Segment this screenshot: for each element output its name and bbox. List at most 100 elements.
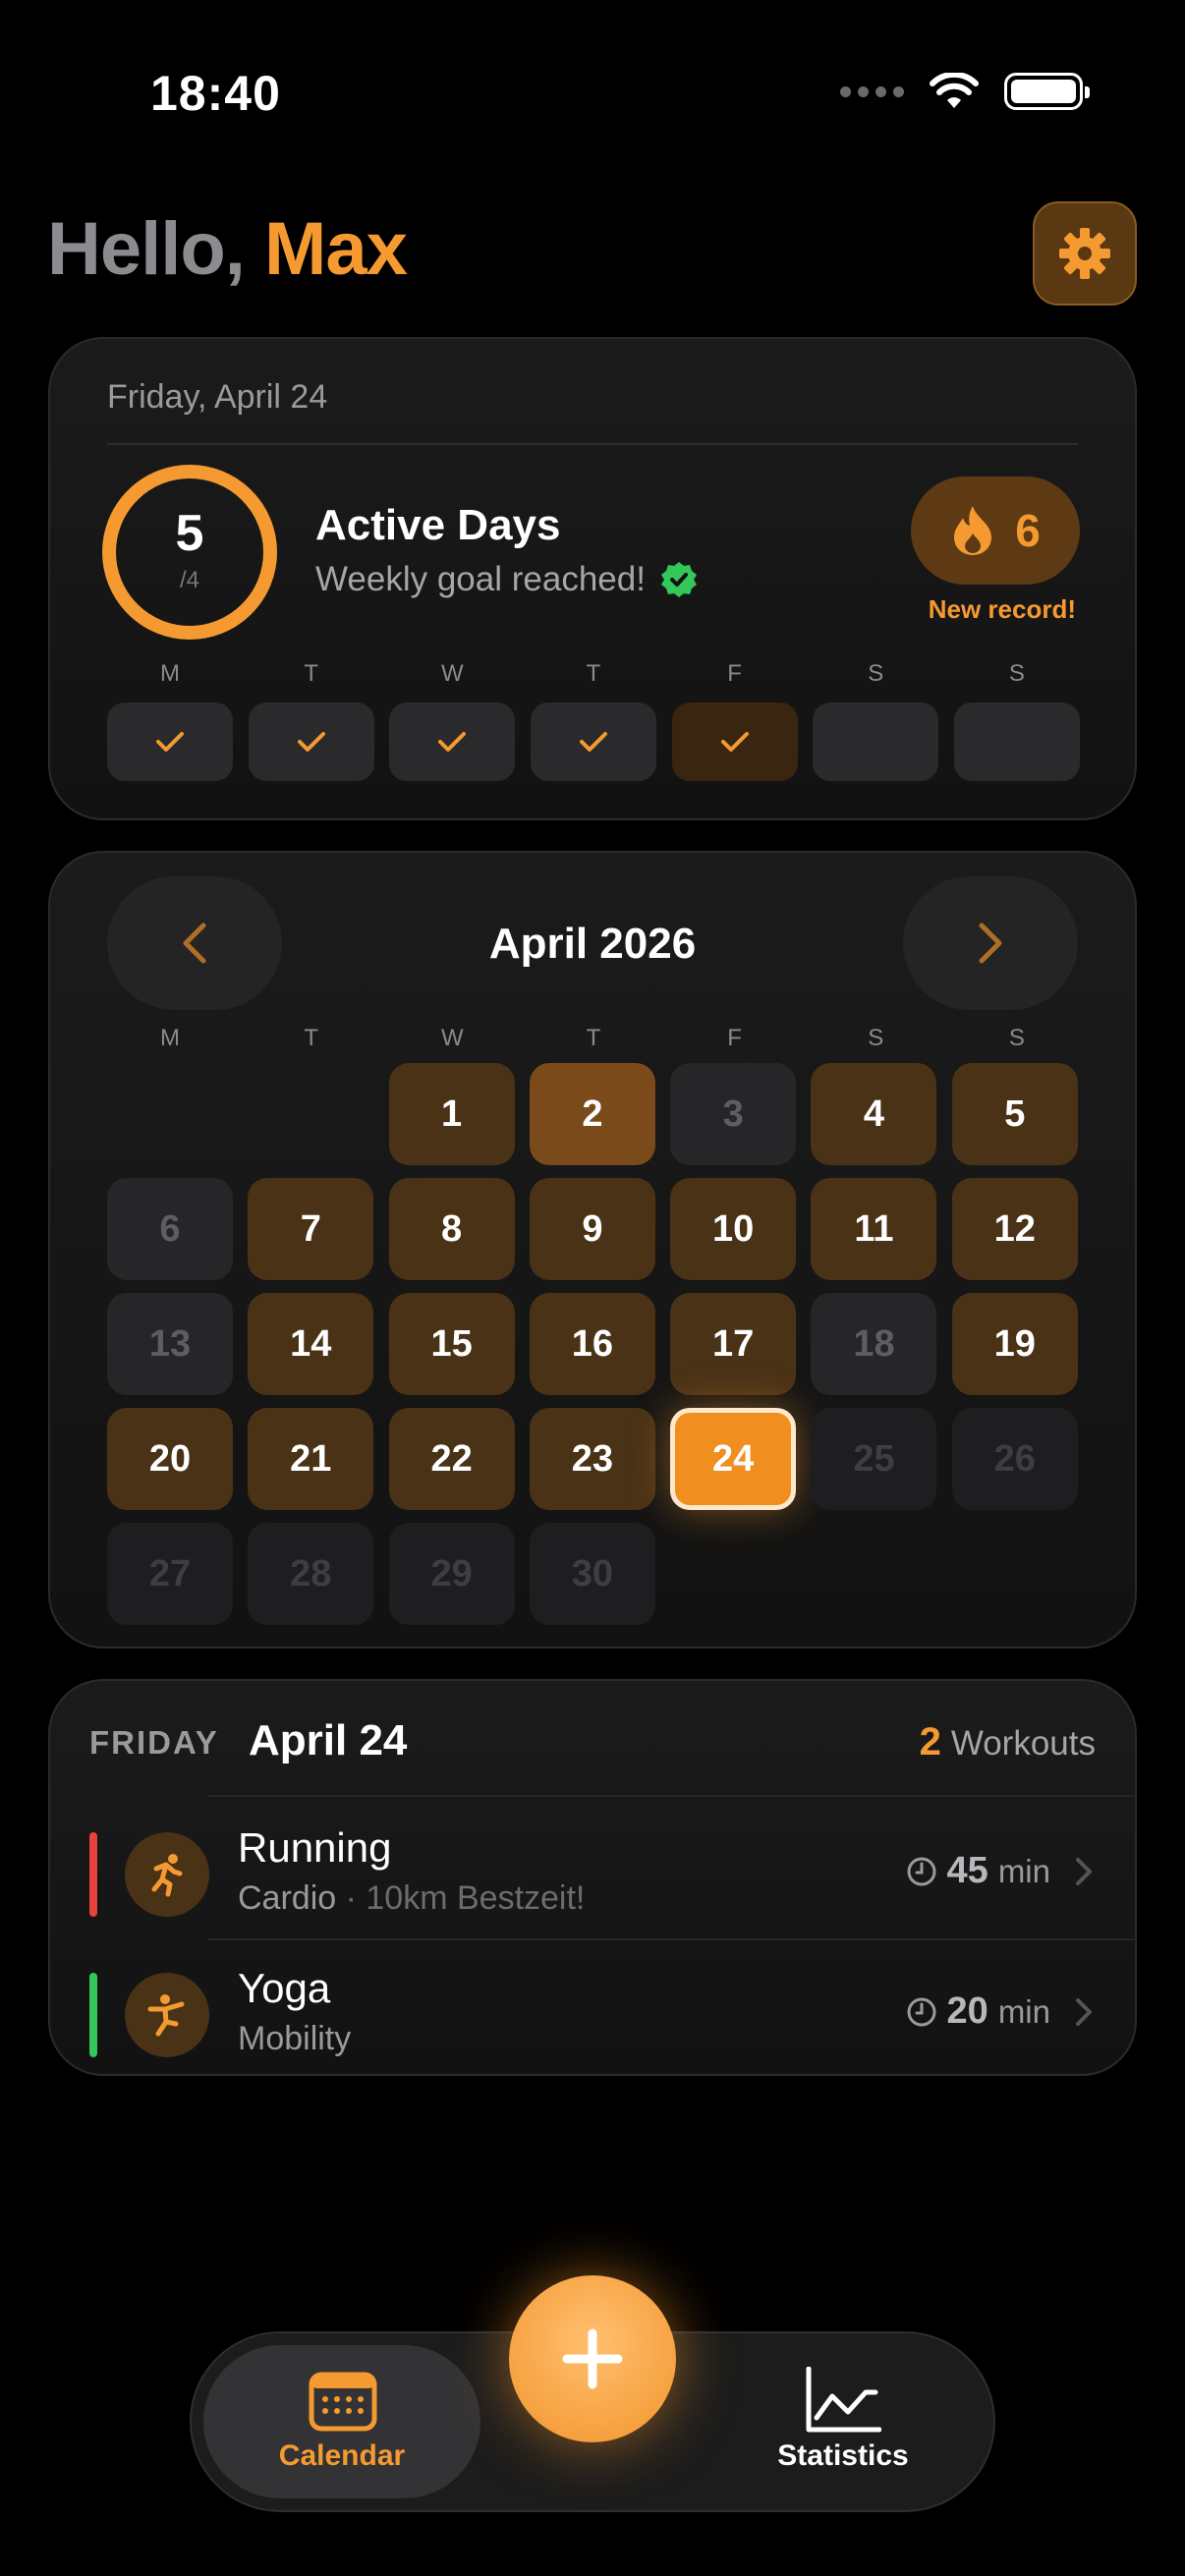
calendar-day-9[interactable]: 9 — [529, 1178, 655, 1280]
workout-duration-unit: min — [997, 1992, 1050, 2030]
clock-icon — [907, 1857, 936, 1885]
verified-badge-icon — [660, 562, 697, 597]
week-day-label: M — [160, 660, 180, 687]
calendar-day-23[interactable]: 23 — [529, 1408, 655, 1510]
calendar-day-12[interactable]: 12 — [951, 1178, 1078, 1280]
active-days-count: 5 — [175, 505, 204, 562]
week-day-labels: MTWTFSS — [107, 660, 1080, 688]
workout-duration-unit: min — [997, 1852, 1050, 1889]
calendar-day-18[interactable]: 18 — [811, 1293, 937, 1395]
activity-card: Friday, April 24 5 /4 Active Days Weekly… — [48, 337, 1137, 820]
next-month-button[interactable] — [903, 876, 1078, 1010]
wifi-icon — [930, 73, 979, 108]
workouts-count-label: Workouts — [950, 1724, 1096, 1763]
calendar-day-5[interactable]: 5 — [951, 1063, 1078, 1165]
calendar-grid: 1 2 3 4 5 6 7 8 9 10 11 12 13 14 15 16 17 18 19 20 21 22 23 24 2… — [107, 1063, 1080, 1625]
week-day-label: W — [440, 660, 464, 687]
active-days-goal: /4 — [179, 567, 199, 593]
workout-name: Yoga — [238, 1965, 331, 2011]
week-day-label: T — [304, 660, 318, 687]
calendar-day-15[interactable]: 15 — [388, 1293, 515, 1395]
workout-duration: 45 min — [906, 1850, 1050, 1892]
week-day-label: S — [868, 660, 884, 687]
settings-button[interactable] — [1033, 201, 1137, 306]
calendar-day-10[interactable]: 10 — [670, 1178, 797, 1280]
battery-icon — [1004, 73, 1090, 110]
calendar-day-17[interactable]: 17 — [670, 1293, 797, 1395]
workout-color-bar — [89, 1832, 97, 1917]
add-workout-button[interactable] — [509, 2275, 676, 2442]
workout-duration-value: 20 — [946, 1990, 988, 2032]
calendar-icon — [309, 2372, 377, 2432]
calendar-blank-cell — [248, 1063, 373, 1165]
calendar-day-26[interactable]: 26 — [951, 1408, 1078, 1510]
flame-icon — [954, 506, 992, 555]
calendar-day-25[interactable]: 25 — [811, 1408, 937, 1510]
calendar-weekday-label: M — [160, 1025, 180, 1051]
running-icon — [125, 1832, 209, 1917]
calendar-weekday-label: S — [868, 1025, 884, 1051]
calendar-day-21[interactable]: 21 — [248, 1408, 374, 1510]
calendar-day-1[interactable]: 1 — [388, 1063, 515, 1165]
calendar-day-3[interactable]: 3 — [670, 1063, 797, 1165]
calendar-day-4[interactable]: 4 — [811, 1063, 937, 1165]
week-day-cell — [671, 702, 798, 781]
calendar-day-24[interactable]: 24 — [670, 1408, 797, 1510]
clock-icon — [907, 1997, 936, 2026]
workout-name: Running — [238, 1824, 392, 1871]
tab-statistics-label: Statistics — [777, 2439, 909, 2472]
calendar-weekday-label: W — [440, 1025, 464, 1051]
calendar-day-7[interactable]: 7 — [248, 1178, 374, 1280]
calendar-day-11[interactable]: 11 — [811, 1178, 937, 1280]
calendar-card: April 2026 MTWTFSS 1 2 3 4 5 6 7 8 9 10 11 12 13 14 15… — [48, 851, 1137, 1649]
calendar-day-6[interactable]: 6 — [107, 1178, 233, 1280]
chevron-right-icon — [1076, 1998, 1092, 2026]
calendar-day-14[interactable]: 14 — [248, 1293, 374, 1395]
divider — [207, 1938, 1135, 1940]
checkmark-icon — [720, 732, 749, 752]
activity-date: Friday, April 24 — [107, 378, 328, 416]
greeting-prefix: Hello, — [47, 207, 246, 291]
calendar-day-13[interactable]: 13 — [107, 1293, 233, 1395]
streak-count: 6 — [1015, 505, 1041, 556]
calendar-day-29[interactable]: 29 — [388, 1523, 515, 1625]
calendar-day-22[interactable]: 22 — [388, 1408, 515, 1510]
user-name: Max — [264, 207, 408, 291]
calendar-day-30[interactable]: 30 — [529, 1523, 655, 1625]
workout-row-running[interactable]: Running Cardio · 10km Bestzeit! 45 min — [50, 1803, 1135, 1931]
workout-note: · 10km Bestzeit! — [345, 1879, 586, 1917]
streak-note: New record! — [928, 594, 1076, 624]
calendar-day-19[interactable]: 19 — [951, 1293, 1078, 1395]
tab-statistics[interactable]: Statistics — [705, 2345, 982, 2498]
workouts-day-label: FRIDAY — [89, 1724, 219, 1761]
calendar-day-8[interactable]: 8 — [388, 1178, 515, 1280]
cellular-signal-icon — [840, 85, 904, 97]
yoga-icon — [125, 1973, 209, 2057]
greeting: Hello, Max — [47, 206, 408, 292]
calendar-day-16[interactable]: 16 — [529, 1293, 655, 1395]
calendar-day-27[interactable]: 27 — [107, 1523, 233, 1625]
status-icons — [840, 73, 1090, 110]
plus-icon — [562, 2328, 623, 2389]
week-day-label: F — [727, 660, 742, 687]
goal-status: Weekly goal reached! — [315, 560, 699, 599]
gear-icon — [1059, 228, 1110, 279]
goal-status-text: Weekly goal reached! — [315, 560, 646, 598]
calendar-blank-cell — [107, 1063, 233, 1165]
week-day-cell — [530, 702, 656, 781]
tab-calendar[interactable]: Calendar — [203, 2345, 480, 2498]
calendar-day-28[interactable]: 28 — [248, 1523, 374, 1625]
week-day-label: T — [586, 660, 601, 687]
calendar-day-20[interactable]: 20 — [107, 1408, 233, 1510]
workout-color-bar — [89, 1973, 97, 2057]
workout-row-yoga[interactable]: Yoga Mobility 20 min — [50, 1943, 1135, 2071]
checkmark-icon — [579, 732, 607, 752]
chart-line-icon — [806, 2367, 881, 2433]
streak-badge[interactable]: 6 — [911, 476, 1080, 585]
calendar-day-2[interactable]: 2 — [529, 1063, 655, 1165]
workout-details: Mobility — [238, 2020, 351, 2058]
status-time: 18:40 — [150, 66, 281, 121]
week-day-cell — [248, 702, 374, 781]
tab-calendar-label: Calendar — [278, 2439, 406, 2472]
week-day-cell — [953, 702, 1080, 781]
